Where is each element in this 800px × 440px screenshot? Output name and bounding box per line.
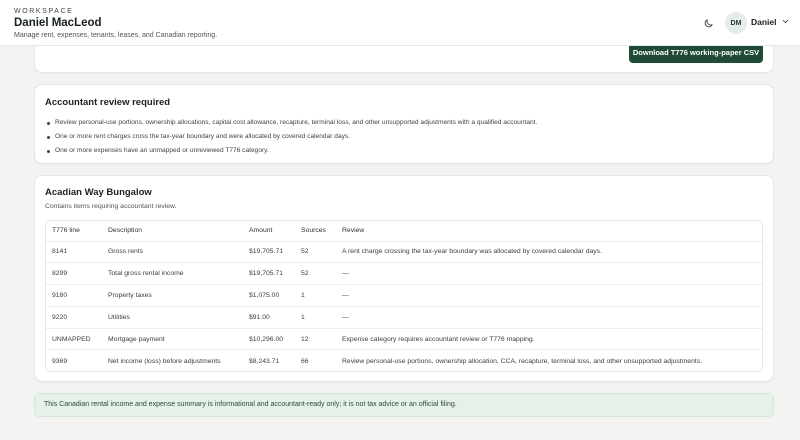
- workspace-label: WORKSPACE: [14, 8, 74, 15]
- cell-amount: $19,705.71: [243, 240, 295, 263]
- cell-description: Total gross rental income: [102, 262, 243, 285]
- cell-review: —: [336, 262, 762, 285]
- cell-amount: $19,705.71: [243, 262, 295, 285]
- cell-line: 9369: [46, 349, 102, 371]
- workspace-owner-name: Daniel MacLeod: [14, 17, 102, 29]
- cell-sources: 1: [295, 284, 336, 307]
- review-card-title: Accountant review required: [45, 97, 171, 108]
- cell-review: Expense category requires accountant rev…: [336, 327, 762, 350]
- column-header-review: Review: [342, 227, 365, 235]
- column-header-sources: Sources: [301, 227, 326, 235]
- cell-description: Net income (loss) before adjustments: [102, 349, 243, 371]
- column-header-line: T776 line: [52, 227, 80, 235]
- cell-sources: 52: [295, 240, 336, 263]
- table-header-row: T776 line Description Amount Sources Rev…: [46, 221, 762, 241]
- theme-toggle-button[interactable]: [698, 13, 718, 33]
- cell-sources: 52: [295, 262, 336, 285]
- cell-amount: $91.00: [243, 305, 295, 329]
- review-list: Review personal-use portions, ownership …: [45, 116, 537, 158]
- cell-line: 9220: [46, 305, 102, 329]
- cell-sources: 66: [295, 349, 336, 371]
- cell-line: 8141: [46, 240, 102, 263]
- t776-table: T776 line Description Amount Sources Rev…: [45, 220, 763, 372]
- property-card: Acadian Way Bungalow Contains items requ…: [34, 175, 774, 382]
- cell-description: Utilities: [102, 305, 243, 329]
- cell-review: Review personal-use portions, ownership …: [336, 349, 762, 371]
- cell-sources: 12: [295, 327, 336, 350]
- cell-description: Mortgage payment: [102, 327, 243, 350]
- column-header-amount: Amount: [249, 227, 273, 235]
- cell-amount: $1,075.00: [243, 284, 295, 307]
- cell-line: 8299: [46, 262, 102, 285]
- app-header: WORKSPACE Daniel MacLeod Manage rent, ex…: [0, 0, 800, 46]
- property-name: Acadian Way Bungalow: [45, 187, 152, 198]
- table-row: 9369 Net income (loss) before adjustment…: [46, 349, 762, 371]
- cell-line: 9180: [46, 284, 102, 307]
- table-row: UNMAPPED Mortgage payment $10,296.00 12 …: [46, 327, 762, 350]
- cell-sources: 1: [295, 305, 336, 329]
- column-header-description: Description: [108, 227, 142, 235]
- cell-description: Property taxes: [102, 284, 243, 307]
- cell-review: —: [336, 305, 762, 329]
- table-row: 9180 Property taxes $1,075.00 1 —: [46, 284, 762, 307]
- table-row: 8299 Total gross rental income $19,705.7…: [46, 262, 762, 285]
- cell-amount: $10,296.00: [243, 327, 295, 350]
- account-menu-name[interactable]: Daniel: [751, 17, 777, 27]
- review-item: Review personal-use portions, ownership …: [45, 116, 537, 130]
- avatar[interactable]: DM: [725, 12, 747, 34]
- cell-review: A rent charge crossing the tax-year boun…: [336, 240, 762, 263]
- workspace-tagline: Manage rent, expenses, tenants, leases, …: [14, 32, 218, 39]
- property-subtitle: Contains items requiring accountant revi…: [45, 203, 177, 210]
- disclaimer-notice: This Canadian rental income and expense …: [34, 393, 774, 417]
- chevron-down-icon[interactable]: [781, 17, 790, 26]
- cell-description: Gross rents: [102, 240, 243, 263]
- accountant-review-card: Accountant review required Review person…: [34, 84, 774, 164]
- table-row: 8141 Gross rents $19,705.71 52 A rent ch…: [46, 240, 762, 263]
- moon-icon: [704, 18, 713, 27]
- table-row: 9220 Utilities $91.00 1 —: [46, 305, 762, 329]
- cell-amount: $8,243.71: [243, 349, 295, 371]
- review-item: One or more rent charges cross the tax-y…: [45, 130, 537, 144]
- review-item: One or more expenses have an unmapped or…: [45, 144, 537, 158]
- cell-line: UNMAPPED: [46, 327, 102, 350]
- cell-review: —: [336, 284, 762, 307]
